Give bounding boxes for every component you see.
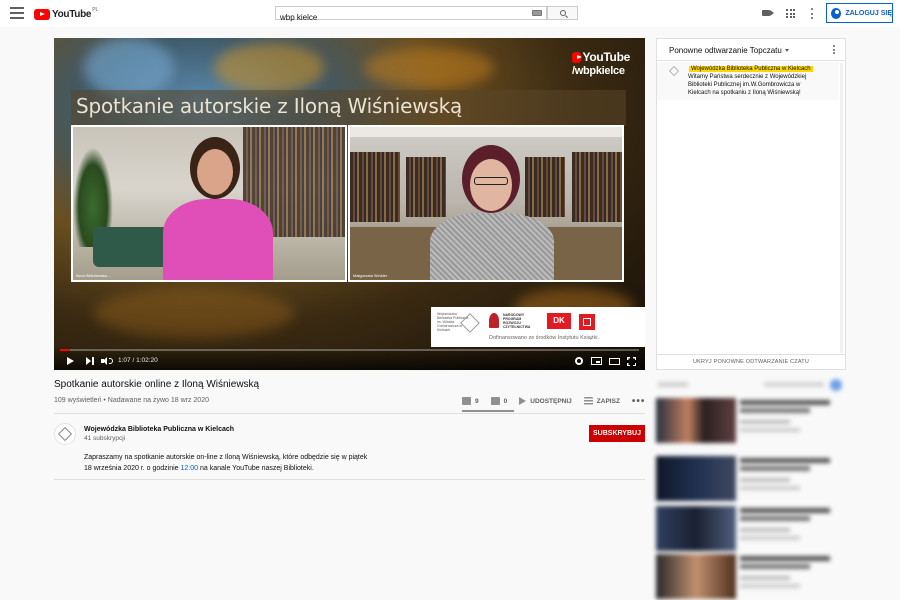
fullscreen-icon[interactable] bbox=[627, 357, 636, 366]
sponsor-program-name: NARODOWY PROGRAM ROZWOJU CZYTELNICTWA bbox=[503, 313, 531, 329]
channel-avatar[interactable] bbox=[54, 423, 76, 445]
recommended-video[interactable] bbox=[654, 398, 850, 444]
hide-chat-button[interactable]: UKRYJ PONOWNE ODTWARZANIE CZATU bbox=[657, 354, 845, 369]
author-avatar bbox=[669, 66, 679, 76]
chat-header-title: Ponowne odtwarzanie Topczatu bbox=[669, 46, 782, 55]
sign-in-button[interactable]: ZALOGUJ SIĘ bbox=[826, 3, 893, 23]
video-description: Zapraszamy na spotkanie autorskie on-lin… bbox=[84, 452, 374, 474]
playlist-add-icon bbox=[583, 397, 593, 405]
more-actions-button[interactable]: ••• bbox=[632, 396, 646, 407]
video-meta: 109 wyświetleń • Nadawane na żywo 18 wrz… bbox=[54, 397, 209, 404]
search-icon bbox=[560, 10, 566, 16]
share-label: UDOSTĘPNIJ bbox=[530, 397, 572, 405]
save-button[interactable]: ZAPISZ bbox=[583, 397, 620, 405]
player-controls: 1:07 / 1:02:20 bbox=[54, 346, 645, 370]
recommended-video[interactable] bbox=[654, 554, 850, 600]
next-icon[interactable] bbox=[86, 357, 94, 365]
recommendations-header bbox=[654, 378, 850, 394]
volume-icon[interactable] bbox=[101, 356, 113, 366]
video-thumbnail bbox=[656, 554, 736, 599]
video-actions: 9 0 UDOSTĘPNIJ ZAPISZ ••• bbox=[462, 392, 657, 410]
description-text-2: na kanale YouTube naszej Biblioteki. bbox=[198, 465, 314, 472]
like-count: 9 bbox=[475, 397, 479, 405]
logo-text: YouTube bbox=[52, 8, 92, 20]
dislike-count: 0 bbox=[503, 397, 508, 405]
chat-message: Wojewódzka Biblioteka Publiczna w Kielca… bbox=[657, 62, 839, 100]
logo-country-code: PL bbox=[92, 7, 99, 13]
watermark-youtube-text: YouTube bbox=[582, 50, 631, 64]
account-icon bbox=[831, 7, 842, 19]
slide-title: Spotkanie autorskie z Iloną Wiśniewską bbox=[76, 94, 463, 118]
settings-more-icon[interactable] bbox=[811, 8, 813, 19]
youtube-logo[interactable]: YouTube PL bbox=[34, 7, 99, 20]
chat-mode-selector[interactable]: Ponowne odtwarzanie Topczatu bbox=[669, 46, 789, 55]
search-button[interactable] bbox=[547, 6, 578, 20]
chat-header: Ponowne odtwarzanie Topczatu bbox=[657, 39, 845, 61]
dk-logo: DK bbox=[547, 313, 571, 329]
miniplayer-icon[interactable] bbox=[591, 357, 602, 365]
chat-message-text: Witamy Państwa serdecznie z Wojewódzkiej… bbox=[688, 74, 807, 96]
chat-author[interactable]: Wojewódzka Biblioteka Publiczna w Kielca… bbox=[689, 66, 813, 72]
share-icon bbox=[519, 397, 527, 405]
channel-watermark-logo: YouTube /wbpkielce bbox=[572, 50, 630, 77]
subscriber-count: 41 subskrypcji bbox=[84, 435, 126, 442]
save-label: ZAPISZ bbox=[596, 397, 620, 405]
webcam-feed-right: Małgorzata Winkler bbox=[348, 125, 624, 282]
sentiment-bar bbox=[462, 410, 514, 412]
timestamp-link[interactable]: 12:00 bbox=[181, 465, 199, 472]
autoplay-toggle[interactable] bbox=[830, 379, 842, 391]
time-display: 1:07 / 1:02:20 bbox=[118, 357, 158, 364]
library-logo-icon bbox=[57, 426, 73, 442]
recommended-video[interactable] bbox=[654, 506, 850, 552]
program-flame-logo bbox=[489, 313, 499, 328]
sign-in-label: ZALOGUJ SIĘ bbox=[845, 9, 892, 17]
search-box bbox=[275, 6, 547, 24]
live-chat-replay: Ponowne odtwarzanie Topczatu Wojewódzka … bbox=[656, 38, 846, 370]
thumb-up-icon bbox=[462, 397, 471, 405]
progress-bar[interactable] bbox=[60, 349, 639, 351]
recommendations-sidebar bbox=[654, 378, 850, 600]
webcam-right-label: Małgorzata Winkler bbox=[353, 273, 388, 278]
apps-grid-icon[interactable] bbox=[786, 9, 795, 18]
chat-scrollbar[interactable] bbox=[840, 63, 843, 353]
keyboard-icon[interactable] bbox=[532, 10, 542, 16]
divider bbox=[54, 413, 645, 414]
search-input[interactable] bbox=[276, 11, 516, 24]
youtube-play-icon bbox=[572, 51, 582, 63]
caret-down-icon bbox=[784, 49, 789, 53]
masthead: YouTube PL ZALOGUJ SIĘ bbox=[0, 0, 900, 27]
watermark-handle: /wbpkielce bbox=[572, 65, 625, 77]
recommended-video[interactable] bbox=[654, 456, 850, 502]
share-button[interactable]: UDOSTĘPNIJ bbox=[519, 397, 572, 405]
sponsor-logos-banner: Wojewódzka Biblioteka Publiczna im. Wito… bbox=[431, 307, 645, 347]
video-thumbnail bbox=[656, 506, 736, 551]
institute-logo-icon bbox=[579, 314, 595, 330]
settings-gear-icon[interactable] bbox=[575, 357, 583, 365]
channel-name[interactable]: Wojewódzka Biblioteka Publiczna w Kielca… bbox=[84, 426, 234, 433]
more-horizontal-icon: ••• bbox=[631, 395, 646, 407]
youtube-play-icon bbox=[34, 8, 50, 20]
video-thumbnail bbox=[656, 398, 736, 443]
subscribe-button[interactable]: SUBSKRYBUJ bbox=[589, 425, 645, 442]
funding-note: Dofinansowano ze środków Instytutu Książ… bbox=[489, 335, 600, 341]
video-player[interactable]: YouTube /wbpkielce Spotkanie autorskie z… bbox=[54, 38, 645, 370]
like-button[interactable]: 9 bbox=[462, 397, 479, 405]
dislike-button[interactable]: 0 bbox=[490, 397, 508, 405]
thumb-down-icon bbox=[490, 397, 500, 405]
hamburger-menu-icon[interactable] bbox=[10, 7, 24, 19]
webcam-feed-left: Ilona Wiśniewska ... bbox=[71, 125, 347, 282]
video-title: Spotkanie autorskie online z Iloną Wiśni… bbox=[54, 379, 260, 390]
play-icon[interactable] bbox=[67, 357, 74, 365]
divider bbox=[54, 479, 645, 480]
webcam-left-label: Ilona Wiśniewska ... bbox=[76, 273, 112, 278]
chat-more-icon[interactable] bbox=[833, 45, 835, 54]
video-thumbnail bbox=[656, 456, 736, 501]
progress-played bbox=[60, 349, 71, 351]
theater-mode-icon[interactable] bbox=[609, 358, 620, 365]
create-video-icon[interactable] bbox=[762, 10, 774, 16]
